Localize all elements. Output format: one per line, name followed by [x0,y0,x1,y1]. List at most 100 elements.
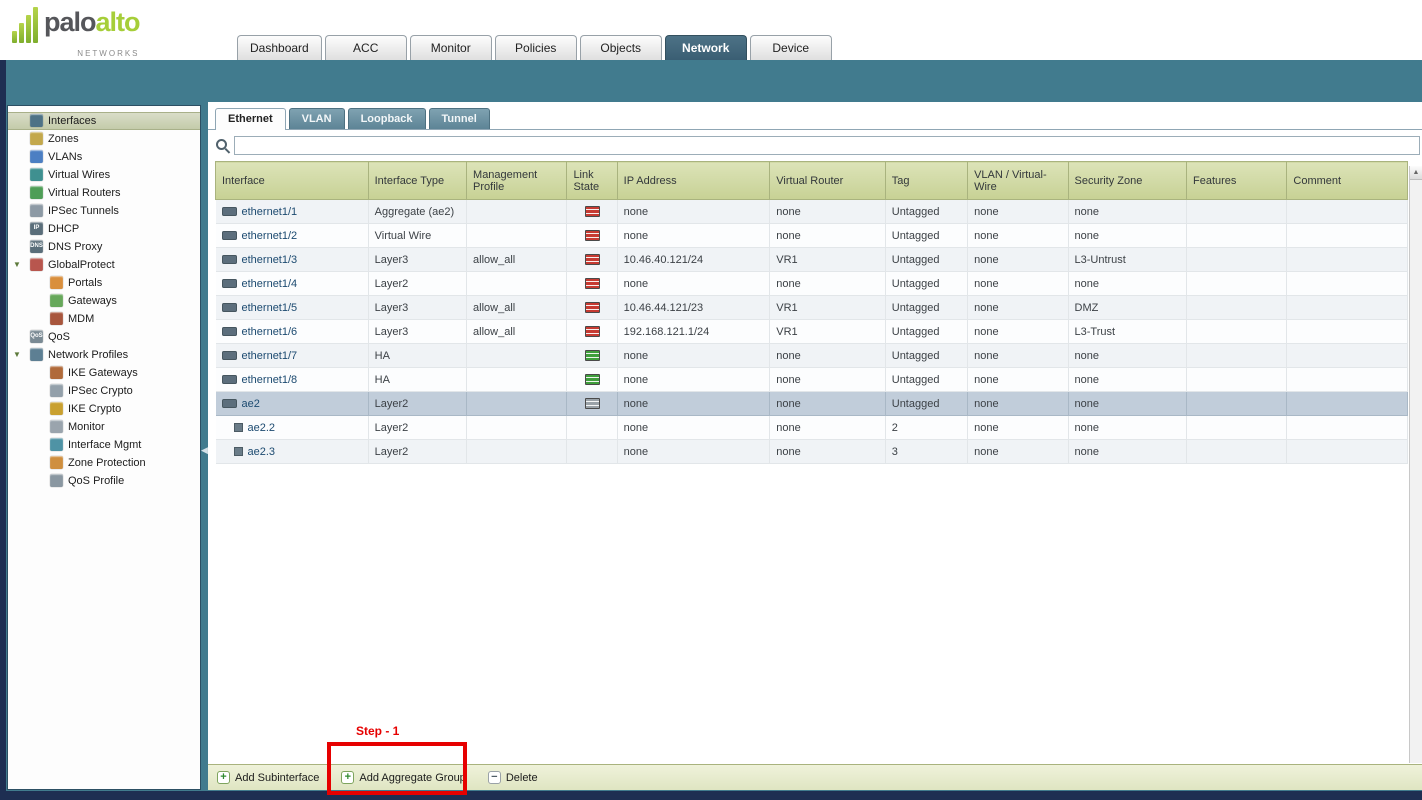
column-header-interface[interactable]: Interface [216,162,369,200]
sidebar-item-ike-crypto[interactable]: IKE Crypto [8,400,200,418]
annotation-highlight-box [327,742,467,795]
search-icon[interactable] [215,138,230,153]
sidebar-item-label: MDM [68,313,94,325]
sidebar-item-dhcp[interactable]: IPDHCP [8,220,200,238]
cell-vlan-virtual-wire: none [968,296,1068,320]
interface-link[interactable]: ethernet1/8 [242,374,298,386]
sidebar-item-zones[interactable]: Zones [8,130,200,148]
tab-policies[interactable]: Policies [495,35,577,60]
sidebar-item-interface-mgmt[interactable]: Interface Mgmt [8,436,200,454]
subtab-vlan[interactable]: VLAN [289,108,345,129]
logo-text: paloalto NETWORKS [44,7,140,69]
sidebar-item-mdm[interactable]: MDM [8,310,200,328]
interface-link[interactable]: ethernet1/6 [242,326,298,338]
cell-management-profile [467,224,567,248]
sidebar-item-label: Virtual Routers [48,187,121,199]
sidebar-item-portals[interactable]: Portals [8,274,200,292]
column-header-management-profile[interactable]: Management Profile [467,162,567,200]
table-row-ethernet1-7[interactable]: ethernet1/7HAnonenoneUntaggednonenone [216,344,1408,368]
cell-link-state [567,368,617,392]
table-row-ae2[interactable]: ae2Layer2nonenoneUntaggednonenone [216,392,1408,416]
vertical-scrollbar[interactable]: ▲ [1409,166,1422,763]
delete-button[interactable]: −Delete [488,771,538,784]
interface-link[interactable]: ethernet1/5 [242,302,298,314]
sidebar-item-globalprotect[interactable]: ▼GlobalProtect [8,256,200,274]
interface-link[interactable]: ae2 [242,398,260,410]
table-row-ethernet1-4[interactable]: ethernet1/4Layer2nonenoneUntaggednonenon… [216,272,1408,296]
subtabs: EthernetVLANLoopbackTunnel [208,102,1422,130]
tab-device[interactable]: Device [750,35,832,60]
sidebar-item-qos[interactable]: QoSQoS [8,328,200,346]
tab-monitor[interactable]: Monitor [410,35,492,60]
column-header-vlan-virtual-wire[interactable]: VLAN / Virtual-Wire [968,162,1068,200]
cell-vlan-virtual-wire: none [968,440,1068,464]
sidebar-item-monitor[interactable]: Monitor [8,418,200,436]
button-label: Delete [506,772,538,784]
column-header-features[interactable]: Features [1186,162,1286,200]
interface-link[interactable]: ethernet1/7 [242,350,298,362]
cell-comment [1287,416,1408,440]
expander-icon[interactable]: ▼ [13,256,21,274]
tab-objects[interactable]: Objects [580,35,662,60]
table-row-ethernet1-3[interactable]: ethernet1/3Layer3allow_all10.46.40.121/2… [216,248,1408,272]
cell-interface-type: Layer2 [368,392,466,416]
vlans-icon [30,150,43,163]
subtab-loopback[interactable]: Loopback [348,108,426,129]
sidebar-item-ike-gateways[interactable]: IKE Gateways [8,364,200,382]
tab-acc[interactable]: ACC [325,35,407,60]
column-header-tag[interactable]: Tag [885,162,967,200]
sidebar-item-vlans[interactable]: VLANs [8,148,200,166]
cell-features [1186,368,1286,392]
cell-management-profile: allow_all [467,320,567,344]
cell-comment [1287,344,1408,368]
sidebar: InterfacesZonesVLANsVirtual Wires Virtual… [7,105,201,790]
sidebar-item-ipsec-tunnels[interactable]: IPSec Tunnels [8,202,200,220]
sidebar-item-gateways[interactable]: Gateways [8,292,200,310]
table-row-ethernet1-6[interactable]: ethernet1/6Layer3allow_all192.168.121.1/… [216,320,1408,344]
column-header-security-zone[interactable]: Security Zone [1068,162,1186,200]
ipsec-crypto-icon [50,384,63,397]
table-row-ae2-3[interactable]: ae2.3Layer2nonenone3nonenone [216,440,1408,464]
column-header-link-state[interactable]: Link State [567,162,617,200]
expander-icon[interactable]: ▼ [13,346,21,364]
interface-link[interactable]: ethernet1/3 [242,254,298,266]
sidebar-item-virtual-wires[interactable]: Virtual Wires [8,166,200,184]
link-state-down-icon [585,302,600,313]
interface-link[interactable]: ae2.2 [248,422,276,434]
cell-link-state [567,440,617,464]
cell-comment [1287,320,1408,344]
interface-link[interactable]: ethernet1/4 [242,278,298,290]
scroll-up-icon[interactable]: ▲ [1410,166,1422,180]
interface-icon [222,279,237,288]
column-header-comment[interactable]: Comment [1287,162,1408,200]
subtab-ethernet[interactable]: Ethernet [215,108,286,130]
interface-link[interactable]: ethernet1/1 [242,206,298,218]
column-header-ip-address[interactable]: IP Address [617,162,770,200]
search-input[interactable] [234,136,1420,155]
table-row-ethernet1-8[interactable]: ethernet1/8HAnonenoneUntaggednonenone [216,368,1408,392]
interface-link[interactable]: ae2.3 [248,446,276,458]
qos-icon: QoS [30,330,43,343]
sidebar-item-qos-profile[interactable]: QoS Profile [8,472,200,490]
sidebar-collapse-arrow[interactable]: ◀ [201,445,208,456]
subtab-tunnel[interactable]: Tunnel [429,108,490,129]
interface-link[interactable]: ethernet1/2 [242,230,298,242]
sidebar-item-dns-proxy[interactable]: DNSDNS Proxy [8,238,200,256]
sidebar-item-zone-protection[interactable]: Zone Protection [8,454,200,472]
column-header-virtual-router[interactable]: Virtual Router [770,162,885,200]
column-header-interface-type[interactable]: Interface Type [368,162,466,200]
link-state-unknown-icon [585,398,600,409]
add-subinterface-button[interactable]: +Add Subinterface [217,771,319,784]
tab-network[interactable]: Network [665,35,747,60]
table-row-ethernet1-5[interactable]: ethernet1/5Layer3allow_all10.46.44.121/2… [216,296,1408,320]
cell-security-zone: none [1068,344,1186,368]
sidebar-item-network-profiles[interactable]: ▼Network Profiles [8,346,200,364]
tab-dashboard[interactable]: Dashboard [237,35,322,60]
sidebar-item-ipsec-crypto[interactable]: IPSec Crypto [8,382,200,400]
brand-networks: NETWORKS [44,39,140,69]
table-row-ethernet1-1[interactable]: ethernet1/1Aggregate (ae2)nonenoneUntagg… [216,200,1408,224]
sidebar-item-interfaces[interactable]: Interfaces [8,112,200,130]
sidebar-item-virtual-routers[interactable]: Virtual Routers [8,184,200,202]
table-row-ae2-2[interactable]: ae2.2Layer2nonenone2nonenone [216,416,1408,440]
table-row-ethernet1-2[interactable]: ethernet1/2Virtual WirenonenoneUntaggedn… [216,224,1408,248]
